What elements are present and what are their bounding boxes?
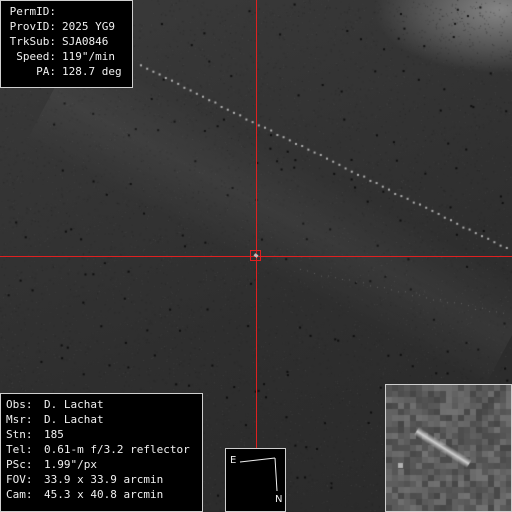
id-row-permid: PermID:: [6, 4, 127, 19]
id-value: SJA0846: [62, 35, 109, 48]
obs-row-telescope: Tel: 0.61-m f/3.2 reflector: [6, 442, 197, 457]
obs-value: D. Lachat: [44, 398, 104, 411]
id-value: 119"/min: [62, 50, 115, 63]
id-value: 2025 YG9: [62, 20, 115, 33]
id-value: [56, 4, 62, 19]
id-row-provid: ProvID: 2025 YG9: [6, 19, 127, 34]
id-row-trksub: TrkSub: SJA0846: [6, 34, 127, 49]
obs-value: 45.3 x 40.8 arcmin: [44, 488, 164, 501]
obs-row-observer: Obs: D. Lachat: [6, 397, 197, 412]
obs-value: 0.61-m f/3.2 reflector: [44, 443, 190, 456]
obs-key: FOV:: [6, 473, 33, 486]
obs-value: 185: [44, 428, 64, 441]
compass-north-label: N: [275, 494, 283, 505]
obs-row-fov: FOV: 33.9 x 33.9 arcmin: [6, 472, 197, 487]
compass-east-label: E: [230, 455, 237, 466]
target-zoom-thumbnail: [385, 384, 512, 512]
obs-row-camera: Cam: 45.3 x 40.8 arcmin: [6, 487, 197, 502]
obs-key: Stn:: [6, 428, 33, 441]
obs-key: Obs:: [6, 398, 33, 411]
obs-key: Tel:: [6, 443, 33, 456]
obs-value: D. Lachat: [44, 413, 104, 426]
id-row-pa: PA: 128.7 deg: [6, 64, 127, 79]
id-key: TrkSub:: [9, 35, 56, 48]
orientation-compass: E N: [225, 448, 286, 512]
id-key: ProvID:: [9, 20, 56, 33]
id-key: Speed:: [16, 50, 56, 63]
id-key: PA:: [36, 65, 56, 78]
obs-value: 33.9 x 33.9 arcmin: [44, 473, 164, 486]
obs-row-measurer: Msr: D. Lachat: [6, 412, 197, 427]
observation-info-panel: Obs: D. Lachat Msr: D. Lachat Stn: 185 T…: [0, 393, 203, 512]
id-key: PermID:: [9, 5, 56, 18]
obs-row-station: Stn: 185: [6, 427, 197, 442]
obs-key: Cam:: [6, 488, 33, 501]
id-value: 128.7 deg: [62, 65, 122, 78]
obs-key: Msr:: [6, 413, 33, 426]
id-row-speed: Speed: 119"/min: [6, 49, 127, 64]
object-id-panel: PermID: ProvID: 2025 YG9 TrkSub: SJA0846…: [0, 0, 133, 88]
obs-value: 1.99"/px: [44, 458, 97, 471]
obs-row-pixel-scale: PSc: 1.99"/px: [6, 457, 197, 472]
sky-image-viewer[interactable]: PermID: ProvID: 2025 YG9 TrkSub: SJA0846…: [0, 0, 512, 512]
obs-key: PSc:: [6, 458, 33, 471]
zoomed-streak-image: [386, 385, 511, 511]
